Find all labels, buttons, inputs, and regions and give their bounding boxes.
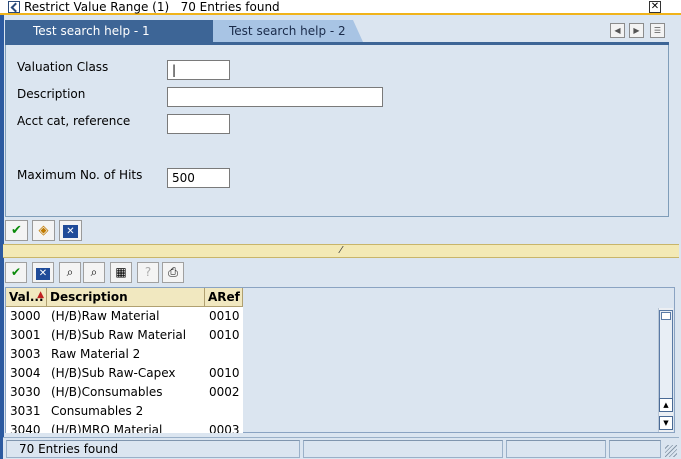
info-icon-disabled[interactable]: ? bbox=[137, 262, 159, 283]
column-header-description[interactable]: Description bbox=[47, 288, 205, 307]
enter-more-criteria-icon[interactable]: ◈ bbox=[32, 220, 55, 241]
cell-aref: 0010 bbox=[209, 366, 240, 380]
cell-val: 3040 bbox=[10, 423, 41, 433]
status-field-3 bbox=[506, 440, 606, 458]
dialog-icon bbox=[8, 1, 20, 13]
print-icon[interactable]: ⎙ bbox=[162, 262, 184, 283]
description-input[interactable] bbox=[167, 87, 383, 107]
tab-search-help-1[interactable]: Test search help - 1 bbox=[5, 20, 225, 42]
table-row[interactable]: 3004 (H/B)Sub Raw-Capex 0010 bbox=[6, 364, 243, 383]
cancel-x-icon[interactable]: ✕ bbox=[32, 262, 54, 283]
grid-body: 3000 (H/B)Raw Material 0010 3001 (H/B)Su… bbox=[6, 307, 243, 433]
tab-scroll-left-icon[interactable]: ◀ bbox=[610, 23, 625, 38]
cell-val: 3030 bbox=[10, 385, 41, 399]
cell-description: (H/B)Sub Raw Material bbox=[51, 328, 187, 342]
title-bar: Restrict Value Range (1) 70 Entries foun… bbox=[0, 0, 681, 15]
status-field-4 bbox=[609, 440, 661, 458]
tab-list-menu-icon[interactable]: ☰ bbox=[650, 23, 665, 38]
window-left-edge bbox=[0, 0, 4, 459]
scroll-down-icon[interactable]: ▼ bbox=[659, 416, 673, 430]
description-label: Description bbox=[17, 87, 86, 101]
cell-description: Consumables 2 bbox=[51, 404, 144, 418]
table-row[interactable]: 3031 Consumables 2 bbox=[6, 402, 243, 421]
find-next-binoculars-icon[interactable]: ⌕ bbox=[83, 262, 105, 283]
max-hits-label: Maximum No. of Hits bbox=[17, 168, 143, 182]
column-header-val[interactable]: Val... ▲ bbox=[6, 288, 47, 307]
choose-check-icon[interactable]: ✔ bbox=[5, 262, 27, 283]
table-row[interactable]: 3030 (H/B)Consumables 0002 bbox=[6, 383, 243, 402]
cancel-icon[interactable]: ✕ bbox=[59, 220, 82, 241]
tab-search-help-2[interactable]: Test search help - 2 bbox=[213, 20, 363, 42]
cell-description: (H/B)Consumables bbox=[51, 385, 163, 399]
acct-cat-input[interactable] bbox=[167, 114, 230, 134]
acct-cat-label: Acct cat, reference bbox=[17, 114, 131, 128]
cell-description: (H/B)Raw Material bbox=[51, 309, 160, 323]
cell-aref: 0010 bbox=[209, 309, 240, 323]
continue-check-icon[interactable]: ✔ bbox=[5, 220, 28, 241]
window-title: Restrict Value Range (1) 70 Entries foun… bbox=[24, 0, 280, 14]
cell-val: 3031 bbox=[10, 404, 41, 418]
tab-label: Test search help - 1 bbox=[33, 24, 150, 38]
valuation-class-input[interactable]: | bbox=[167, 60, 230, 80]
resize-grip-icon[interactable] bbox=[665, 445, 677, 457]
table-row[interactable]: 3003 Raw Material 2 bbox=[6, 345, 243, 364]
cell-val: 3004 bbox=[10, 366, 41, 380]
results-grid: Val... ▲ Description ARef 3000 (H/B)Raw M… bbox=[5, 287, 675, 433]
status-bar: 70 Entries found bbox=[3, 437, 679, 459]
column-header-aref[interactable]: ARef bbox=[205, 288, 243, 307]
cell-aref: 0002 bbox=[209, 385, 240, 399]
tab-label: Test search help - 2 bbox=[229, 24, 346, 38]
vertical-scrollbar[interactable]: ▲ ▼ bbox=[658, 308, 673, 432]
cell-val: 3001 bbox=[10, 328, 41, 342]
max-hits-input[interactable]: 500 bbox=[167, 168, 230, 188]
scroll-up-icon[interactable]: ▲ bbox=[659, 398, 673, 412]
cell-description: (H/B)Sub Raw-Capex bbox=[51, 366, 176, 380]
table-row[interactable]: 3000 (H/B)Raw Material 0010 bbox=[6, 307, 243, 326]
tab-scroll-right-icon[interactable]: ▶ bbox=[629, 23, 644, 38]
tab-strip: Test search help - 1 Test search help - … bbox=[5, 20, 675, 42]
cell-aref: 0003 bbox=[209, 423, 240, 433]
cell-aref bbox=[205, 402, 209, 421]
valuation-class-label: Valuation Class bbox=[17, 60, 109, 74]
sort-ascending-icon: ▲ bbox=[37, 290, 44, 300]
cell-description: Raw Material 2 bbox=[51, 347, 141, 361]
cell-description: (H/B)MRO Material bbox=[51, 423, 163, 433]
cell-aref bbox=[205, 345, 209, 364]
cell-val: 3003 bbox=[10, 347, 41, 361]
table-row[interactable]: 3040 (H/B)MRO Material 0003 bbox=[6, 421, 243, 433]
status-message: 70 Entries found bbox=[6, 440, 300, 458]
cell-val: 3000 bbox=[10, 309, 41, 323]
sort-icon[interactable]: ▦ bbox=[110, 262, 132, 283]
find-binoculars-icon[interactable]: ⌕ bbox=[59, 262, 81, 283]
selection-form: Valuation Class | Description Acct cat, … bbox=[5, 45, 669, 217]
table-row[interactable]: 3001 (H/B)Sub Raw Material 0010 bbox=[6, 326, 243, 345]
status-field-2 bbox=[303, 440, 503, 458]
scrollbar-thumb[interactable] bbox=[659, 310, 673, 402]
splitter-bar[interactable]: ⁄ bbox=[3, 244, 679, 258]
close-icon[interactable]: ✕ bbox=[649, 1, 661, 13]
cell-aref: 0010 bbox=[209, 328, 240, 342]
